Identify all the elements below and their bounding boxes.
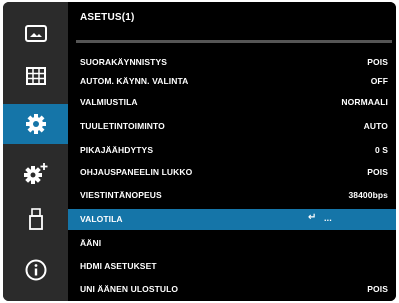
menu-row-fast-cooling[interactable]: PIKAJÄÄHDYTYS 0 S <box>68 140 396 159</box>
sidebar-item-display[interactable] <box>3 56 68 96</box>
sidebar-item-picture[interactable] <box>3 14 68 54</box>
menu-row-direct-power-on[interactable]: SUORAKÄYNNISTYS POIS <box>68 52 396 71</box>
menu-row-value: OFF <box>370 76 388 86</box>
menu-row-audio[interactable]: ÄÄNI <box>68 233 396 252</box>
sidebar-item-advanced-setup[interactable] <box>3 154 68 194</box>
menu-row-value: 38400bps <box>348 190 388 200</box>
menu-row-label: PIKAJÄÄHDYTYS <box>80 145 154 155</box>
gear-icon <box>25 114 46 134</box>
menu-row-value: NORMAALI <box>341 97 388 107</box>
menu-row-communication-speed[interactable]: VIESTINTÄNOPEUS 38400bps <box>68 185 396 204</box>
usb-icon <box>28 208 43 230</box>
menu-row-standby-audio-out[interactable]: UNI ÄÄNEN ULOSTULO POIS <box>68 279 396 298</box>
menu-row-label: VALMIUSTILA <box>80 97 138 107</box>
picture-icon <box>24 25 47 42</box>
menu-title: ASETUS(1) <box>80 12 135 23</box>
menu-row-label: OHJAUSPANEELIN LUKKO <box>80 167 193 177</box>
menu-row-label: VIESTINTÄNOPEUS <box>80 190 162 200</box>
menu-row-auto-power-on-select[interactable]: AUTOM. KÄYNN. VALINTA OFF <box>68 71 396 90</box>
menu-row-value: POIS <box>367 167 388 177</box>
menu-row-hdmi-settings[interactable]: HDMI ASETUKSET <box>68 256 396 275</box>
gear-plus-icon <box>23 163 47 184</box>
sidebar-item-info[interactable] <box>3 250 68 290</box>
menu-row-light-mode[interactable]: VALOTILA ↵ ... <box>68 209 396 230</box>
projector-osd: ASETUS(1) SUORAKÄYNNISTYS POIS AUTOM. KÄ… <box>3 2 396 301</box>
menu-row-value: POIS <box>367 57 388 67</box>
menu-row-control-panel-lock[interactable]: OHJAUSPANEELIN LUKKO POIS <box>68 162 396 181</box>
menu-row-label: HDMI ASETUKSET <box>80 261 157 271</box>
grid-icon <box>25 67 46 85</box>
sidebar-item-setup[interactable] <box>3 104 68 144</box>
menu-row-label: UNI ÄÄNEN ULOSTULO <box>80 284 179 294</box>
menu-row-label: TUULETINTOIMINTO <box>80 121 165 131</box>
menu-row-fan-mode[interactable]: TUULETINTOIMINTO AUTO <box>68 116 396 135</box>
title-divider <box>76 40 392 43</box>
menu-row-label: AUTOM. KÄYNN. VALINTA <box>80 76 189 86</box>
menu-row-label: SUORAKÄYNNISTYS <box>80 57 167 67</box>
menu-row-label: VALOTILA <box>80 214 123 224</box>
setup-menu: ASETUS(1) SUORAKÄYNNISTYS POIS AUTOM. KÄ… <box>68 2 396 301</box>
enter-icon: ↵ <box>308 212 317 223</box>
menu-row-value: 0 S <box>374 145 388 155</box>
menu-row-value: POIS <box>367 284 388 294</box>
menu-row-standby-mode[interactable]: VALMIUSTILA NORMAALI <box>68 92 396 111</box>
sidebar-item-usb[interactable] <box>3 199 68 239</box>
sidebar <box>3 2 68 301</box>
menu-row-value: AUTO <box>363 121 388 131</box>
menu-row-label: ÄÄNI <box>80 238 102 248</box>
info-icon <box>25 259 46 281</box>
submenu-ellipsis: ... <box>324 213 332 223</box>
